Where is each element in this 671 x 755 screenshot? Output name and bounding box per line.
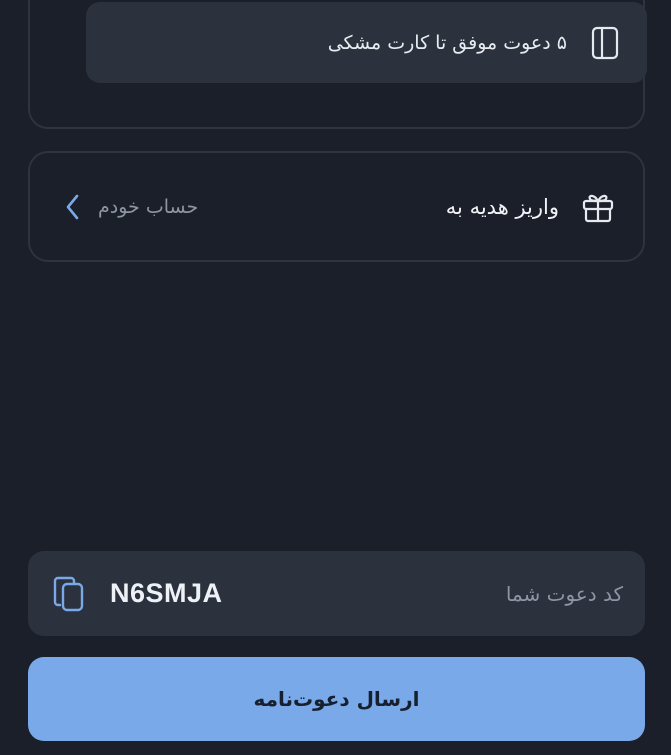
send-invitation-button[interactable]: ارسال دعوت‌نامه — [28, 657, 645, 741]
invite-code-value: N6SMJA — [110, 578, 223, 608]
gift-icon — [581, 190, 615, 224]
gift-label: واریز هدیه به — [445, 194, 559, 219]
milestone-text: ۵ دعوت موفق تا کارت مشکی — [327, 31, 567, 54]
gift-destination-value: حساب خودم — [98, 195, 199, 218]
invite-code-label: کد دعوت شما — [505, 581, 623, 606]
level-card: ۵ دعوت موفق تا کارت مشکی — [28, 0, 647, 129]
chevron-left-icon — [66, 194, 80, 220]
card-icon — [591, 26, 619, 60]
copy-icon[interactable] — [52, 575, 86, 613]
milestone-row: ۵ دعوت موفق تا کارت مشکی — [86, 2, 647, 83]
invite-code-box: N6SMJA کد دعوت شما — [28, 551, 645, 636]
gift-destination-row[interactable]: حساب خودم واریز هدیه به — [28, 151, 645, 262]
